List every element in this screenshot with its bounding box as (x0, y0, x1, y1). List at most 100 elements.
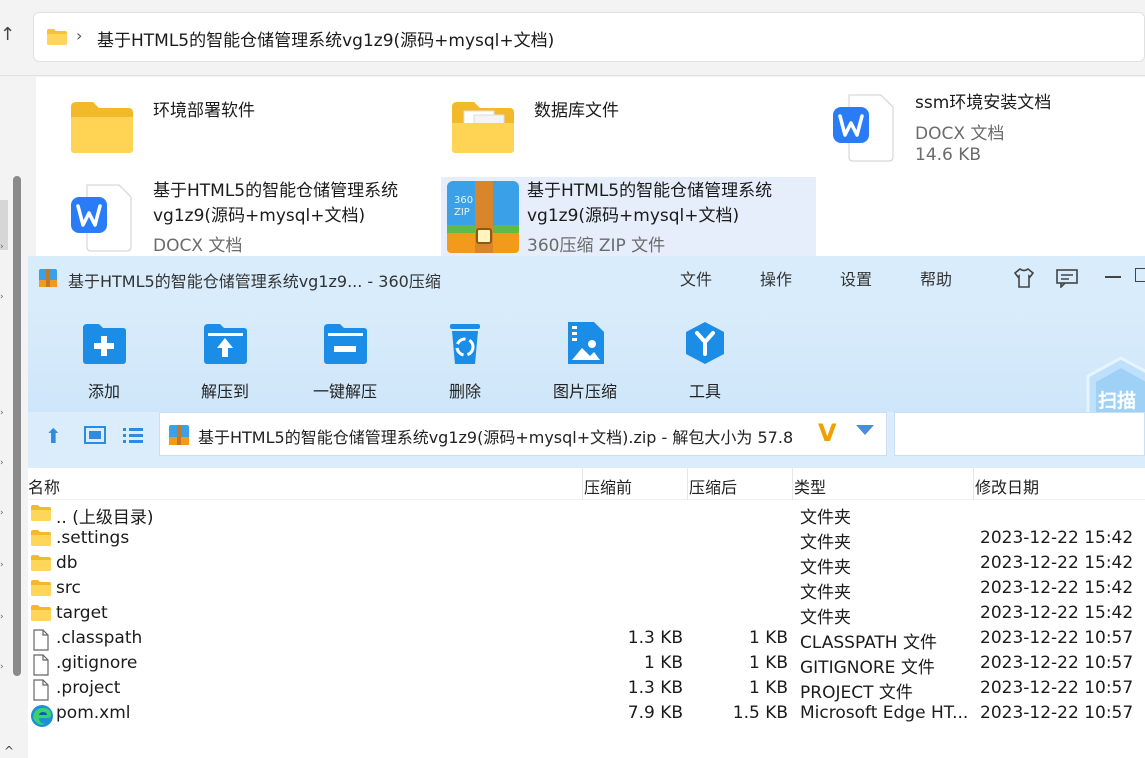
expand-chevron-icon[interactable]: › (0, 508, 4, 518)
item-type: DOCX 文档 (153, 236, 243, 256)
file-date: 2023-12-22 15:42 (980, 553, 1134, 573)
item-name: 环境部署软件 (153, 101, 255, 121)
expand-chevron-icon[interactable]: › (0, 662, 4, 672)
expand-chevron-icon[interactable]: › (0, 292, 4, 302)
explorer-toolbar: ↑ › 基于HTML5的智能仓储管理系统vg1z9(源码+mysql+文档) (0, 0, 1145, 76)
file-name: target (56, 603, 108, 623)
image-compress-button[interactable]: 图片压缩 (539, 314, 631, 404)
file-name: src (56, 578, 81, 598)
dropdown-arrow-icon[interactable] (856, 425, 874, 435)
add-button[interactable]: 添加 (58, 314, 150, 404)
folder-tile[interactable]: 环境部署软件 (43, 91, 423, 169)
address-path: 基于HTML5的智能仓储管理系统vg1z9(源码+mysql+文档) (97, 31, 555, 51)
search-input[interactable] (894, 412, 1145, 456)
file-row[interactable]: db 文件夹 2023-12-22 15:42 (28, 552, 1145, 578)
up-level-icon[interactable]: ⬆ (45, 424, 62, 448)
edge-browser-icon (31, 705, 53, 727)
toolbar: 添加 解压到 一键解压 删除 图片压缩 工具 扫描 (28, 300, 1145, 440)
column-divider[interactable] (582, 468, 583, 500)
file-row[interactable]: .project 1.3 KB 1 KB PROJECT 文件 2023-12-22 1… (28, 677, 1145, 703)
menu-help[interactable]: 帮助 (920, 266, 952, 290)
file-icon (33, 654, 49, 676)
file-date: 2023-12-22 15:42 (980, 578, 1134, 598)
column-divider[interactable] (973, 468, 974, 500)
one-click-extract-button[interactable]: 一键解压 (299, 314, 391, 404)
extract-folder-icon (204, 324, 247, 364)
column-before-size[interactable]: 压缩前 (584, 474, 632, 498)
tools-button[interactable]: 工具 (659, 314, 751, 404)
feedback-message-icon[interactable] (1056, 268, 1078, 288)
file-type: CLASSPATH 文件 (800, 633, 937, 653)
file-size-after: 1 KB (748, 678, 788, 698)
menu-file[interactable]: 文件 (680, 266, 712, 290)
vip-icon[interactable]: V (818, 419, 837, 447)
folder-icon (31, 605, 51, 621)
column-after-size[interactable]: 压缩后 (689, 474, 737, 498)
expand-chevron-icon[interactable]: › (0, 408, 4, 418)
minimize-icon[interactable] (1105, 276, 1121, 278)
file-row[interactable]: pom.xml 7.9 KB 1.5 KB Microsoft Edge HT... 2… (28, 702, 1145, 727)
column-divider[interactable] (687, 468, 688, 500)
file-list: .. (上级目录) 文件夹 .settings 文件夹 2023-12-22 15:42… (28, 502, 1145, 758)
file-row[interactable]: .gitignore 1 KB 1 KB GITIGNORE 文件 2023-12-22… (28, 652, 1145, 678)
file-type: 文件夹 (800, 608, 851, 628)
title-bar: 基于HTML5的智能仓储管理系统vg1z9... - 360压缩 文件 操作 设… (28, 256, 1145, 300)
archive-path-text: 基于HTML5的智能仓储管理系统vg1z9(源码+mysql+文档).zip -… (198, 428, 794, 447)
file-type: Microsoft Edge HT... (800, 703, 969, 723)
item-name: 基于HTML5的智能仓储管理系统vg1z9(源码+mysql+文档) (527, 181, 773, 226)
zip-file-tile[interactable]: 360 ZIP 基于HTML5的智能仓储管理系统vg1z9(源码+mysql+文… (441, 177, 816, 257)
file-row[interactable]: .classpath 1.3 KB 1 KB CLASSPATH 文件 2023-12-… (28, 627, 1145, 653)
expand-chevron-icon[interactable]: › (0, 612, 4, 622)
file-row[interactable]: .. (上级目录) 文件夹 (28, 502, 1145, 528)
docx-file-tile[interactable]: 基于HTML5的智能仓储管理系统vg1z9(源码+mysql+文档) DOCX … (43, 175, 423, 256)
archive-path-field[interactable]: 基于HTML5的智能仓储管理系统vg1z9(源码+mysql+文档).zip -… (159, 412, 887, 456)
column-divider[interactable] (792, 468, 793, 500)
expand-chevron-icon[interactable]: › (0, 458, 4, 468)
up-arrow-icon[interactable]: ↑ (0, 24, 15, 54)
add-folder-icon (83, 324, 126, 364)
skin-tshirt-icon[interactable] (1013, 267, 1035, 289)
folder-icon (71, 102, 133, 153)
folder-tile[interactable]: 数据库文件 (424, 91, 804, 169)
file-size-before: 1.3 KB (627, 678, 683, 698)
one-click-extract-icon (324, 324, 367, 364)
docx-file-tile[interactable]: ssm环境安装文档 DOCX 文档 14.6 KB (805, 81, 1145, 165)
address-bar[interactable]: › 基于HTML5的智能仓储管理系统vg1z9(源码+mysql+文档) (33, 12, 1145, 62)
navigation-pane: › › › › › › › › (0, 76, 30, 758)
item-size: 14.6 KB (915, 145, 982, 165)
file-row[interactable]: src 文件夹 2023-12-22 15:42 (28, 577, 1145, 603)
file-row[interactable]: target 文件夹 2023-12-22 15:42 (28, 602, 1145, 628)
extract-to-label: 解压到 (200, 382, 249, 401)
column-modified-date[interactable]: 修改日期 (975, 474, 1039, 498)
file-type: 文件夹 (800, 583, 851, 603)
file-type: 文件夹 (800, 533, 851, 553)
expand-chevron-icon[interactable]: › (0, 242, 4, 252)
menu-settings[interactable]: 设置 (840, 266, 872, 290)
image-compress-label: 图片压缩 (552, 382, 617, 401)
window-title: 基于HTML5的智能仓储管理系统vg1z9... - 360压缩 (68, 272, 441, 291)
scrollbar[interactable] (13, 176, 21, 676)
menu-operation[interactable]: 操作 (760, 266, 792, 290)
file-name: .settings (56, 528, 130, 548)
file-size-after: 1 KB (748, 653, 788, 673)
column-name[interactable]: 名称 (28, 474, 60, 498)
maximize-icon[interactable] (1135, 268, 1145, 282)
extract-to-button[interactable]: 解压到 (179, 314, 271, 404)
one-click-extract-label: 一键解压 (312, 382, 377, 401)
thumbnail-view-icon[interactable] (84, 426, 106, 444)
item-name: 基于HTML5的智能仓储管理系统vg1z9(源码+mysql+文档) (153, 181, 399, 226)
item-type: 360压缩 ZIP 文件 (527, 236, 666, 256)
list-view-icon[interactable] (122, 426, 144, 444)
file-type: 文件夹 (800, 508, 851, 528)
column-header: 名称 压缩前 压缩后 类型 修改日期 (28, 468, 1145, 500)
file-icon (33, 679, 49, 701)
file-row[interactable]: .settings 文件夹 2023-12-22 15:42 (28, 527, 1145, 553)
column-type[interactable]: 类型 (794, 474, 826, 498)
file-size-before: 1 KB (643, 653, 683, 673)
scan-label: 扫描 (1098, 390, 1137, 412)
expand-chevron-icon[interactable]: › (0, 560, 4, 570)
delete-button[interactable]: 删除 (419, 314, 511, 404)
chevron-up-icon[interactable]: ^ (4, 744, 14, 758)
file-date: 2023-12-22 10:57 (980, 628, 1134, 648)
folder-icon (31, 555, 51, 571)
